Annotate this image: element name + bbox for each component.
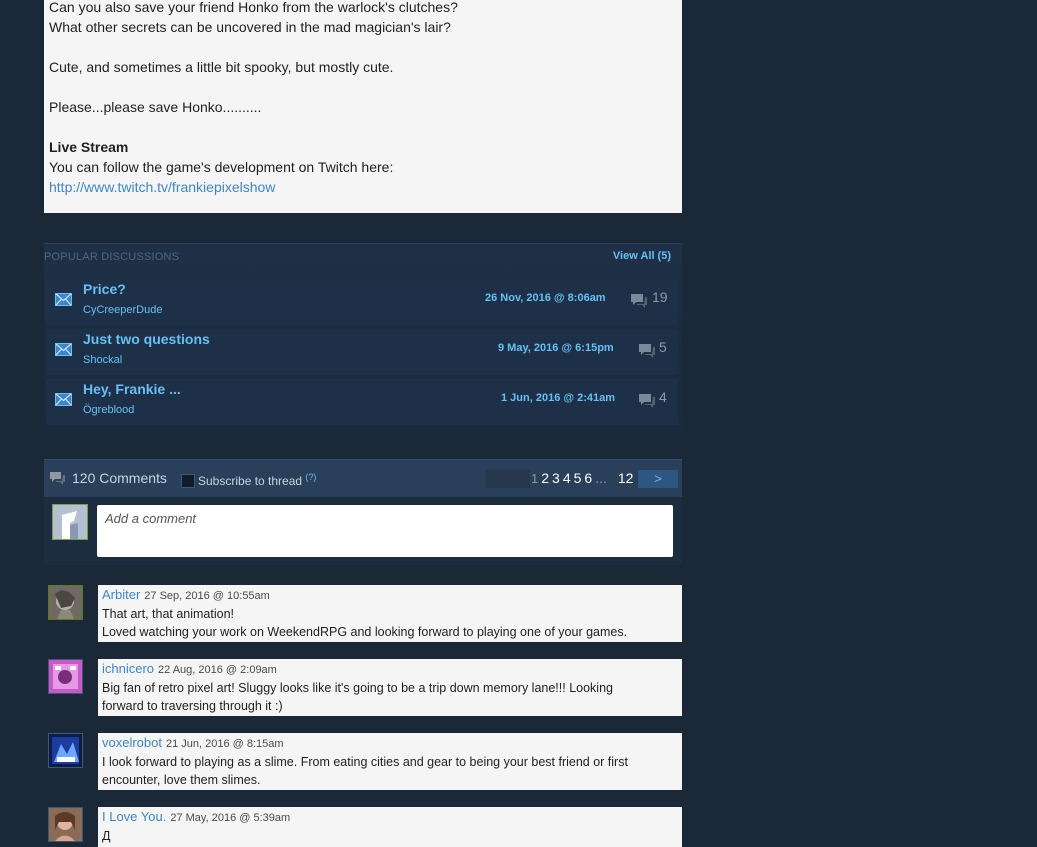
discussion-date: 9 May, 2016 @ 6:15pm [498,342,614,354]
next-page-button[interactable]: > [638,470,678,488]
avatar[interactable] [48,659,83,694]
comments-header: 120 Comments Subscribe to thread (?) 123… [44,459,682,498]
comments-icon [50,472,65,485]
comment-author[interactable]: Arbiter [102,587,140,602]
comment-body: Arbiter 27 Sep, 2016 @ 10:55am That art, … [98,585,682,642]
comment-text: Loved watching your work on WeekendRPG a… [102,625,628,639]
avatar-image [49,660,82,693]
discussion-row[interactable]: Just two questions Shockal 9 May, 2016 @… [46,329,678,375]
desc-line: Can you also save your friend Honko from… [49,0,458,15]
discussion-author[interactable]: Ögreblood [83,404,134,416]
comment-text: encounter, love them slimes. [102,773,261,787]
comment-body: I Love You. 27 May, 2016 @ 5:39am Д [98,807,682,847]
avatar[interactable] [48,807,83,842]
discussion-title[interactable]: Hey, Frankie ... [83,381,181,397]
avatar-image [49,808,82,841]
discussion-author[interactable]: CyCreeperDude [83,304,162,316]
comment-author[interactable]: voxelrobot [102,735,162,750]
desc-line: What other secrets can be uncovered in t… [49,19,451,35]
avatar[interactable] [48,585,83,620]
comment-count: 120 Comments [72,470,167,486]
discussion-date: 1 Jun, 2016 @ 2:41am [501,392,616,404]
comment-text: Big fan of retro pixel art! Sluggy looks… [102,681,613,695]
comment-author[interactable]: I Love You. [102,809,166,824]
comment-timestamp: 22 Aug, 2016 @ 2:09am [158,664,277,676]
comment-body: ichnicero 22 Aug, 2016 @ 2:09am Big fan o… [98,659,682,716]
live-stream-heading: Live Stream [49,139,129,155]
comment-bubble-icon [639,394,655,408]
comment-timestamp: 27 May, 2016 @ 5:39am [170,812,291,824]
desc-line: Cute, and sometimes a little bit spooky,… [49,59,394,75]
page-prev-placeholder [486,470,530,488]
twitch-link[interactable]: http://www.twitch.tv/frankiepixelshow [49,179,275,195]
page-link[interactable]: 5 [574,470,582,486]
discussion-date: 26 Nov, 2016 @ 8:06am [485,292,606,304]
subscribe-text: Subscribe to thread [198,474,303,488]
comment-author[interactable]: ichnicero [102,661,154,676]
reply-count: 4 [659,389,667,405]
comment-input[interactable]: Add a comment [97,505,673,557]
popular-discussions: POPULAR DISCUSSIONS View All (5) Price? … [44,243,682,434]
avatar-image [49,734,82,767]
desc-line: Please...please save Honko.......... [49,99,262,115]
page-ellipsis: ... [595,470,607,486]
mail-icon [55,293,72,306]
default-avatar-icon [53,505,87,539]
mail-icon [55,343,72,356]
page-link-current: 1 [531,471,539,486]
discussion-row[interactable]: Hey, Frankie ... Ögreblood 1 Jun, 2016 @… [46,379,678,425]
comment-body: voxelrobot 21 Jun, 2016 @ 8:15am I look f… [98,733,682,790]
help-link[interactable]: (?) [305,472,316,482]
reply-count: 5 [659,339,667,355]
page-link[interactable]: 6 [584,470,592,486]
game-description: Can you also save your friend Honko from… [44,0,682,213]
comment-timestamp: 21 Jun, 2016 @ 8:15am [165,738,284,750]
discussion-title[interactable]: Price? [83,281,126,297]
avatar-image [49,586,82,619]
avatar[interactable] [48,733,83,768]
comment-bubble-icon [631,294,647,308]
page-link[interactable]: 2 [541,470,549,486]
comment-compose: Add a comment [44,497,682,565]
reply-count: 19 [652,289,668,305]
page-link[interactable]: 4 [563,470,571,486]
subscribe-checkbox[interactable] [181,474,195,488]
comment-text: I look forward to playing as a slime. Fr… [102,755,628,769]
user-avatar [52,504,88,540]
comment-bubble-icon [639,344,655,358]
view-all-link[interactable]: View All (5) [613,250,671,262]
pagination: 1 2 3 4 5 6... 12 [531,470,636,486]
comment-text: Д [102,829,111,843]
discussion-row[interactable]: Price? CyCreeperDude 26 Nov, 2016 @ 8:06… [46,279,678,325]
page-link[interactable]: 12 [618,470,634,486]
discussions-header: POPULAR DISCUSSIONS [44,251,180,263]
comment-timestamp: 27 Sep, 2016 @ 10:55am [144,590,270,602]
page-link[interactable]: 3 [552,470,560,486]
discussion-author[interactable]: Shockal [83,354,122,366]
desc-line: You can follow the game's development on… [49,159,394,175]
mail-icon [55,393,72,406]
discussion-title[interactable]: Just two questions [83,331,210,347]
subscribe-label[interactable]: Subscribe to thread (?) [198,472,316,488]
comment-text: forward to traversing through it :) [102,699,283,713]
comment-text: That art, that animation! [102,607,235,621]
